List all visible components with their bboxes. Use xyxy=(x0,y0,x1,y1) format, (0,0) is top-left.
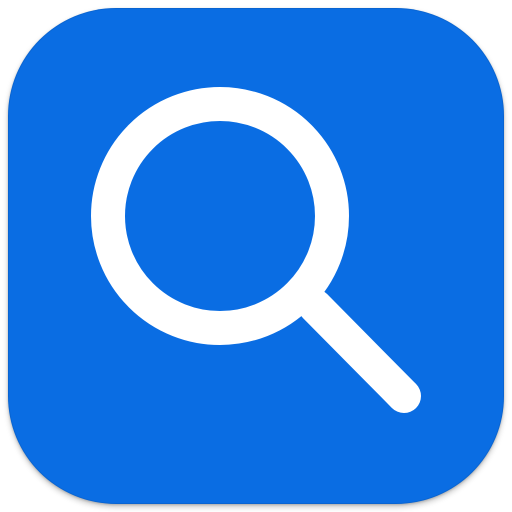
search-icon xyxy=(91,87,421,413)
app-icon-canvas xyxy=(0,0,512,512)
magnifier-lens xyxy=(91,87,349,345)
magnifier-handle xyxy=(298,289,421,413)
